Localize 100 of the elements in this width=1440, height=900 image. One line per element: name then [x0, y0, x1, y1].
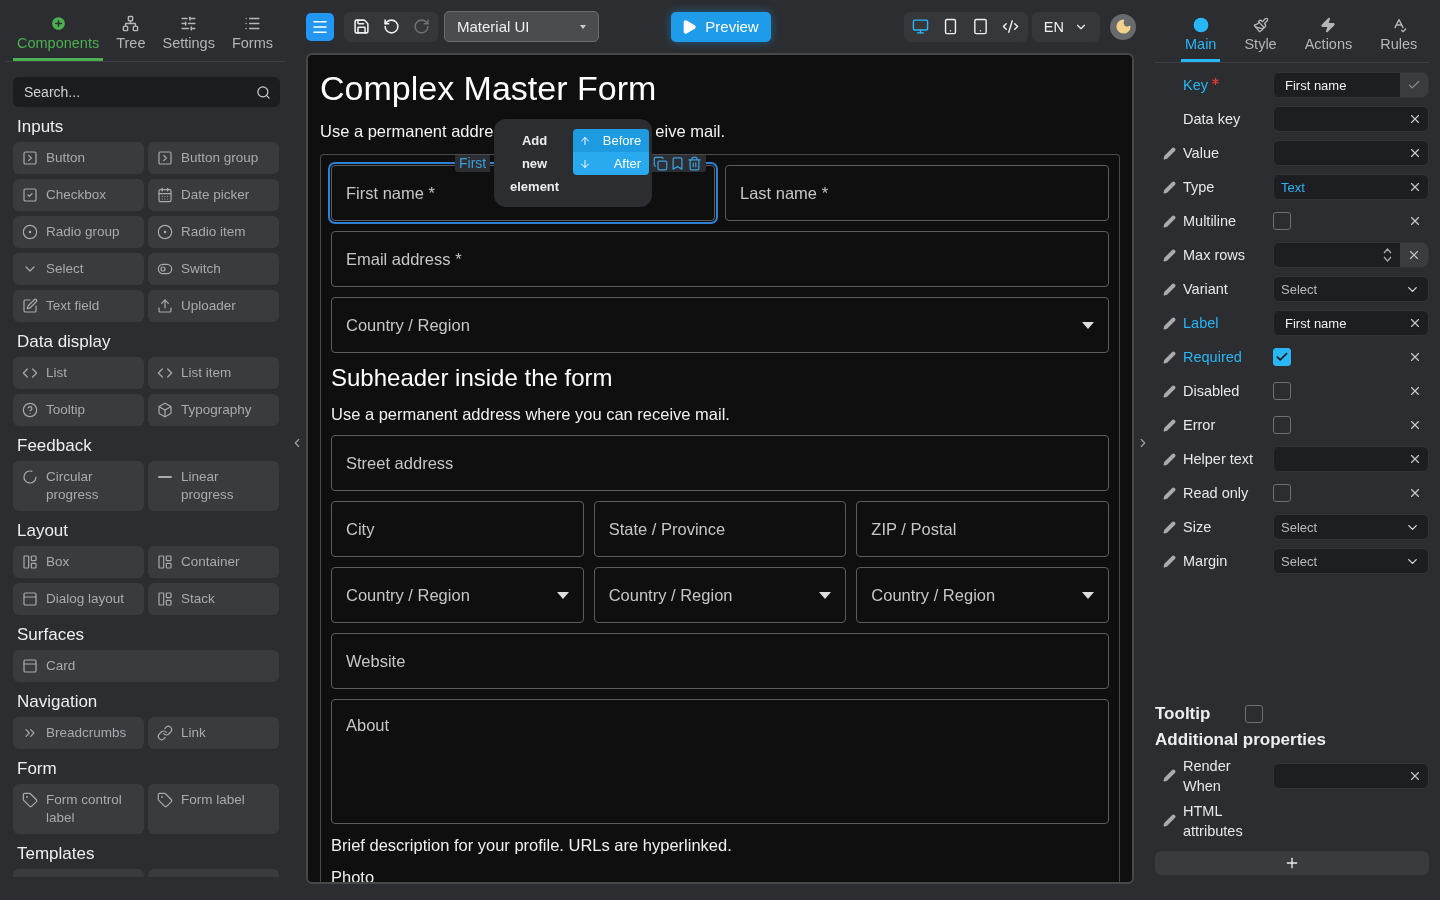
clear-icon[interactable] [1408, 350, 1422, 364]
panel-tab[interactable]: Tree [112, 4, 150, 61]
copy-icon[interactable] [653, 155, 668, 171]
pen-icon[interactable] [1162, 180, 1176, 194]
component-item[interactable]: Stack [148, 582, 279, 615]
clear-icon[interactable] [1408, 214, 1422, 228]
panel-tab[interactable]: Components [13, 4, 104, 61]
theme-toggle[interactable] [1110, 13, 1136, 40]
pen-icon[interactable] [1162, 769, 1176, 782]
input-field[interactable]: State / Province [593, 501, 847, 557]
clear-icon[interactable] [1408, 384, 1422, 398]
component-item[interactable]: Radio group [13, 215, 144, 248]
component-item[interactable]: Radio item [148, 215, 279, 248]
component-item[interactable]: Uploader [148, 289, 279, 322]
panel-tab[interactable]: Style [1240, 7, 1281, 62]
panel-tab[interactable]: Forms [227, 4, 277, 61]
component-item[interactable]: Button [13, 141, 144, 174]
clear-icon[interactable] [1407, 248, 1421, 262]
property-select[interactable]: Select [1273, 276, 1429, 302]
checkbox[interactable] [1273, 212, 1291, 230]
search-field[interactable]: Search... [13, 76, 280, 107]
pen-icon[interactable] [1162, 282, 1176, 296]
component-item[interactable]: Link [148, 716, 279, 749]
component-item[interactable]: Switch [148, 252, 279, 285]
clear-icon[interactable] [1408, 316, 1422, 330]
key-field[interactable]: First name [1273, 72, 1429, 98]
component-item[interactable]: Container [148, 545, 279, 578]
input-field[interactable]: Website [331, 633, 1109, 689]
component-item[interactable]: Breadcrumbs [13, 716, 144, 749]
clear-icon[interactable] [1408, 418, 1422, 432]
input-field[interactable]: City [331, 501, 584, 557]
component-item[interactable]: Button group [148, 141, 279, 174]
menu-button[interactable] [306, 12, 334, 41]
property-field[interactable] [1273, 106, 1429, 132]
pen-icon[interactable] [1162, 350, 1176, 364]
component-item[interactable]: Card [13, 649, 279, 682]
component-item[interactable]: Date picker [148, 178, 279, 211]
property-select[interactable]: Select [1273, 514, 1429, 540]
pen-icon[interactable] [1162, 214, 1176, 228]
select-field[interactable]: Country / Region [593, 567, 847, 623]
pen-icon[interactable] [1162, 520, 1176, 534]
checkbox[interactable] [1273, 416, 1291, 434]
input-field[interactable]: Street address [331, 435, 1109, 491]
component-item[interactable]: Form label [148, 783, 279, 834]
confirm-icon[interactable] [1407, 78, 1421, 92]
checkbox[interactable] [1273, 382, 1291, 400]
component-item[interactable]: Tooltip [13, 393, 144, 426]
clear-icon[interactable] [1408, 452, 1422, 466]
panel-tab[interactable]: Rules [1376, 7, 1422, 62]
pen-icon[interactable] [1162, 554, 1176, 568]
component-item[interactable]: Circular progress [13, 460, 144, 511]
pen-icon[interactable] [1162, 316, 1176, 330]
pen-icon[interactable] [1162, 452, 1176, 466]
pen-icon[interactable] [1162, 418, 1176, 432]
number-field[interactable] [1273, 242, 1429, 268]
preview-button[interactable]: Preview [671, 11, 771, 42]
language-select[interactable]: EN [1031, 11, 1100, 42]
spinner-icon[interactable] [1383, 247, 1392, 263]
clear-icon[interactable] [1408, 112, 1422, 126]
clear-icon[interactable] [1408, 180, 1422, 194]
property-field[interactable]: Text [1273, 174, 1429, 200]
component-item[interactable]: List item [148, 356, 279, 389]
panel-tab[interactable]: Settings [158, 4, 219, 61]
checkbox[interactable] [1245, 705, 1263, 723]
insert-option[interactable]: After [573, 152, 650, 175]
clear-icon[interactable] [1408, 486, 1422, 500]
input-field[interactable]: Last name * [725, 165, 1109, 221]
pen-icon[interactable] [1162, 486, 1176, 500]
component-item[interactable]: Select [13, 252, 144, 285]
panel-tab[interactable]: Main [1181, 7, 1221, 62]
component-item[interactable]: Form control label [13, 783, 144, 834]
pen-icon[interactable] [1162, 248, 1176, 262]
bookmark-icon[interactable] [670, 155, 685, 171]
select-field[interactable]: Country / Region [856, 567, 1109, 623]
component-item[interactable]: Typography [148, 393, 279, 426]
select-field[interactable]: Country / Region [331, 297, 1109, 353]
pen-icon[interactable] [1162, 814, 1176, 827]
component-item[interactable]: Linear progress [148, 460, 279, 511]
panel-tab[interactable]: Actions [1300, 7, 1357, 62]
input-field[interactable]: ZIP / Postal [856, 501, 1109, 557]
framework-select[interactable]: Material UI [444, 11, 599, 42]
input-field[interactable]: Email address * [331, 231, 1109, 287]
trash-icon[interactable] [687, 155, 702, 171]
property-field[interactable] [1273, 762, 1429, 789]
insert-option[interactable]: Before [573, 129, 650, 152]
property-field[interactable] [1273, 140, 1429, 166]
property-select[interactable]: Select [1273, 548, 1429, 574]
checkbox[interactable] [1273, 484, 1291, 502]
pen-icon[interactable] [1162, 384, 1176, 398]
component-item[interactable]: Dialog layout [13, 582, 144, 615]
select-field[interactable]: Country / Region [331, 567, 584, 623]
property-field[interactable]: First name [1273, 310, 1429, 336]
pen-icon[interactable] [1162, 146, 1176, 160]
checkbox[interactable] [1273, 348, 1291, 366]
component-item[interactable]: Box [13, 545, 144, 578]
component-item[interactable]: Checkbox [13, 178, 144, 211]
component-item[interactable]: List [13, 356, 144, 389]
input-field[interactable]: About [331, 699, 1109, 824]
clear-icon[interactable] [1408, 146, 1422, 160]
component-item[interactable]: Text field [13, 289, 144, 322]
